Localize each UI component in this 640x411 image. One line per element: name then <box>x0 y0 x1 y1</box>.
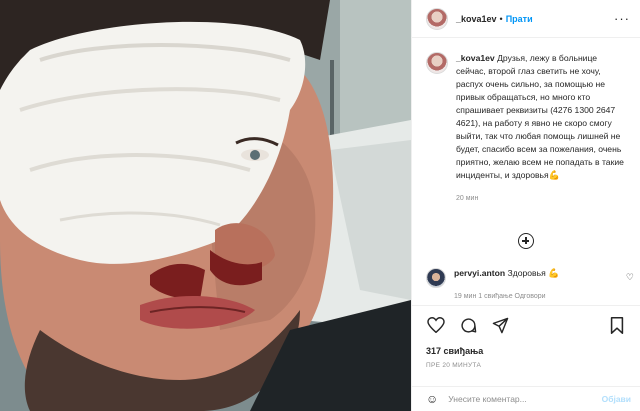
post-modal: _kova1ev • Прати ··· _kova1ev Друзья, ле… <box>0 0 640 411</box>
comment-bubble-icon[interactable] <box>458 315 478 335</box>
follow-button[interactable]: Прати <box>506 14 533 24</box>
caption-body: _kova1ev Друзья, лежу в больнице сейчас,… <box>456 52 626 205</box>
share-paper-plane-icon[interactable] <box>490 315 510 335</box>
like-heart-icon[interactable] <box>426 315 446 335</box>
caption-username[interactable]: _kova1ev <box>456 53 495 63</box>
caption-text: Друзья, лежу в больнице сейчас, второй г… <box>456 53 624 180</box>
caption-timestamp[interactable]: 20 мин <box>456 192 626 205</box>
post-actions: 317 свиђања ПРЕ 20 МИНУТА <box>412 305 640 369</box>
caption-avatar[interactable] <box>426 52 448 74</box>
post-side-panel: _kova1ev • Прати ··· _kova1ev Друзья, ле… <box>411 0 640 411</box>
muscle-emoji-icon: 💪 <box>548 268 560 278</box>
add-comment-bar: ☺ Објави <box>412 386 640 411</box>
action-icons-row <box>426 314 627 336</box>
more-options-icon[interactable]: ··· <box>614 11 630 26</box>
author-avatar[interactable] <box>426 7 448 30</box>
comment-body: pervyi.anton Здоровья 💪 <box>454 268 559 279</box>
emoji-picker-icon[interactable]: ☺ <box>426 392 438 406</box>
comment-item: pervyi.anton Здоровья 💪 ♡ <box>426 268 636 288</box>
load-more-comments-icon[interactable] <box>518 233 534 249</box>
comment-input[interactable] <box>448 394 589 404</box>
commenter-username[interactable]: pervyi.anton <box>454 268 505 278</box>
muscle-emoji-icon: 💪 <box>548 170 560 180</box>
post-comment-button[interactable]: Објави <box>602 394 631 404</box>
post-timestamp[interactable]: ПРЕ 20 МИНУТА <box>426 362 627 369</box>
photo-illustration <box>0 0 411 411</box>
likes-count[interactable]: 317 свиђања <box>426 346 627 356</box>
bookmark-icon[interactable] <box>607 315 627 335</box>
caption: _kova1ev Друзья, лежу в больнице сейчас,… <box>412 38 640 205</box>
comment-like-heart-icon[interactable]: ♡ <box>626 272 634 283</box>
author-username[interactable]: _kova1ev <box>456 14 497 24</box>
post-photo[interactable] <box>0 0 411 411</box>
separator-dot: • <box>499 13 503 24</box>
post-header: _kova1ev • Прати ··· <box>412 0 640 38</box>
comment-meta: 19 мин 1 свиђање Одговори <box>454 293 546 299</box>
commenter-avatar[interactable] <box>426 268 446 288</box>
comment-text: Здоровья <box>507 268 546 278</box>
